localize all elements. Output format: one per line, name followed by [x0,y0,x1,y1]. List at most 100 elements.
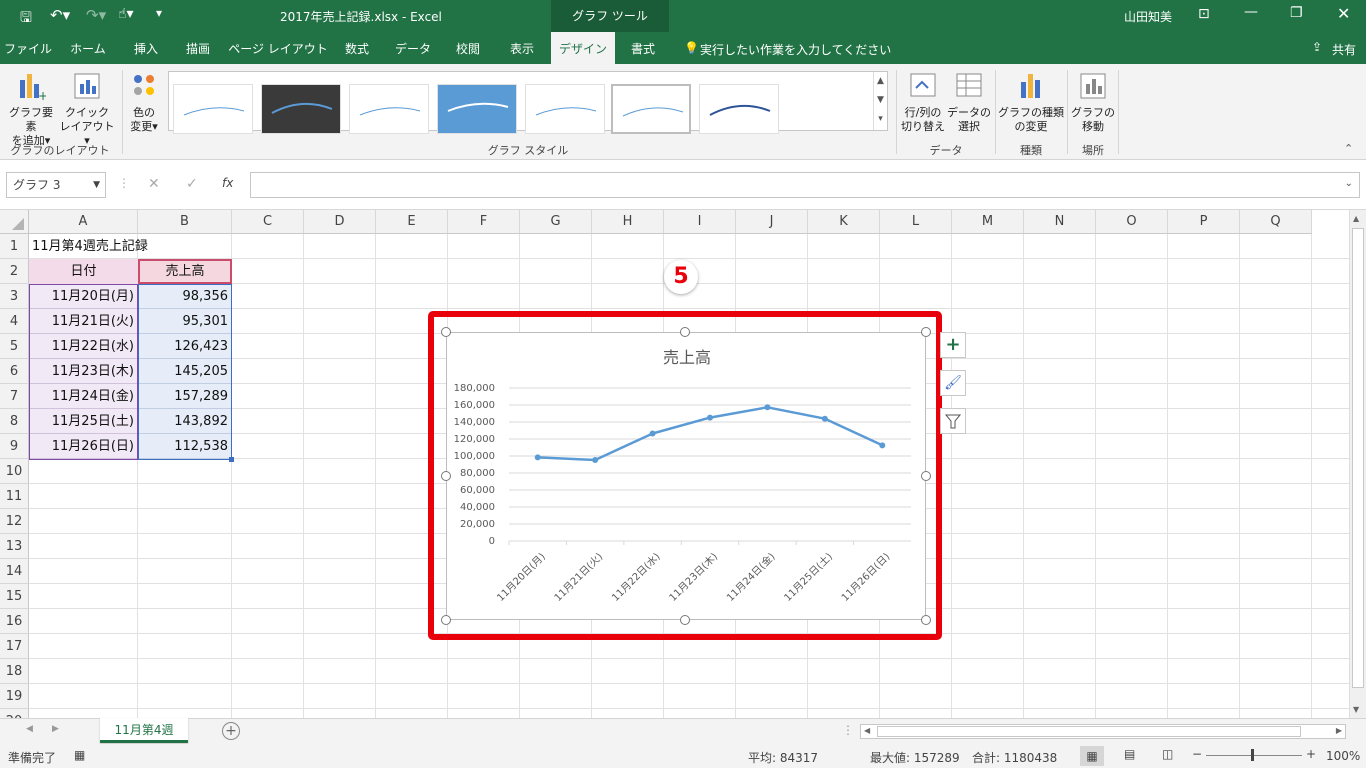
vertical-scrollbar[interactable]: ▲ ▼ [1349,210,1366,718]
add-sheet-button[interactable]: + [222,722,240,740]
change-colors-button[interactable]: 色の 変更▾ [124,70,164,134]
name-box[interactable]: グラフ 3 ▼ [6,172,106,198]
chart-elements-plus-icon[interactable]: + [940,332,966,358]
column-header[interactable]: H [592,210,664,234]
chart-style-7[interactable] [699,84,779,134]
row-header[interactable]: 7 [0,384,29,409]
tab-format[interactable]: 書式 [618,32,668,64]
customize-qat-icon[interactable]: ▾ [156,6,162,20]
gallery-scroll[interactable]: ▲ ▼ ▾ [873,72,887,130]
tell-me-box[interactable]: 実行したい作業を入力してください [700,41,891,58]
share-icon[interactable]: ⇪ [1312,40,1322,54]
resize-handle[interactable] [680,327,690,337]
column-header[interactable]: K [808,210,880,234]
header-date[interactable]: 日付 [29,259,138,284]
touch-mode-icon[interactable]: ☝▾ [118,6,134,22]
chart-styles-brush-icon[interactable]: 🖌 [940,370,966,396]
tab-review[interactable]: 校閲 [442,32,494,64]
column-header[interactable]: F [448,210,520,234]
column-header[interactable]: M [952,210,1024,234]
select-all-corner[interactable] [0,210,29,234]
minimize-icon[interactable]: — [1244,4,1258,20]
macro-record-icon[interactable]: ▦ [74,748,85,762]
collapse-ribbon-icon[interactable]: ⌃ [1344,142,1353,155]
title-cell[interactable]: 11月第4週売上記録 [29,234,229,259]
row-header[interactable]: 14 [0,559,29,584]
row-header[interactable]: 1 [0,234,29,259]
range-handle[interactable] [229,457,234,462]
resize-handle[interactable] [921,471,931,481]
horizontal-scrollbar[interactable]: ◀ ▶ [860,724,1346,739]
tab-draw[interactable]: 描画 [172,32,224,64]
formula-input[interactable]: ⌄ [250,172,1360,198]
page-break-view-icon[interactable]: ◫ [1162,747,1173,761]
row-header[interactable]: 18 [0,659,29,684]
zoom-level[interactable]: 100% [1326,749,1360,763]
column-header[interactable]: J [736,210,808,234]
header-sales[interactable]: 売上高 [138,259,232,284]
row-header[interactable]: 15 [0,584,29,609]
row-header[interactable]: 2 [0,259,29,284]
row-header[interactable]: 16 [0,609,29,634]
resize-handle[interactable] [441,615,451,625]
user-name[interactable]: 山田知美 [1124,8,1172,25]
select-data-button[interactable]: データの 選択 [946,70,992,134]
tab-file[interactable]: ファイル [0,32,56,64]
resize-handle[interactable] [921,615,931,625]
zoom-thumb[interactable] [1251,749,1254,761]
sheet-tab-active[interactable]: 11月第4週 [100,718,188,743]
save-icon[interactable]: 🖫 [20,7,32,31]
tab-home[interactable]: ホーム [60,32,116,64]
row-header[interactable]: 8 [0,409,29,434]
resize-handle[interactable] [441,471,451,481]
zoom-slider[interactable] [1206,755,1302,756]
chart-style-1[interactable] [173,84,253,134]
chart-area[interactable]: 売上高 0 20,000 40,000 60,000 80,000 100,000 120,… [446,332,926,620]
zoom-in-icon[interactable]: + [1306,747,1316,761]
worksheet-grid[interactable]: ABCDEFGHIJKLMNOPQ 1 2 3 4 5 6 7 8 9 10 11 12 13 14 15 1… [0,210,1366,718]
restore-icon[interactable]: ❐ [1290,5,1303,21]
resize-handle[interactable] [921,327,931,337]
column-header[interactable]: P [1168,210,1240,234]
tab-insert[interactable]: 挿入 [118,32,174,64]
tab-split-icon[interactable]: ⋮ [842,723,854,737]
column-header[interactable]: B [138,210,232,234]
chart-style-6-selected[interactable] [611,84,691,134]
column-header[interactable]: O [1096,210,1168,234]
close-icon[interactable]: ✕ [1337,4,1350,23]
resize-handle[interactable] [680,615,690,625]
column-header[interactable]: C [232,210,304,234]
undo-icon[interactable]: ↶▾ [50,6,70,24]
zoom-out-icon[interactable]: − [1192,747,1202,761]
row-header[interactable]: 20 [0,709,29,718]
switch-row-column-button[interactable]: 行/列の 切り替え [900,70,946,134]
chart-style-3[interactable] [349,84,429,134]
chart-style-4[interactable] [437,84,517,134]
row-header[interactable]: 3 [0,284,29,309]
tab-view[interactable]: 表示 [496,32,548,64]
redo-icon[interactable]: ↷▾ [86,6,106,24]
chart-style-2[interactable] [261,84,341,134]
tab-data[interactable]: データ [386,32,440,64]
row-header[interactable]: 19 [0,684,29,709]
next-sheet-icon[interactable]: ▶ [52,724,59,734]
tab-page-layout[interactable]: ページ レイアウト [228,32,328,64]
column-header[interactable]: E [376,210,448,234]
row-header[interactable]: 9 [0,434,29,459]
normal-view-icon[interactable]: ▦ [1080,746,1104,766]
quick-layout-button[interactable]: クイック レイアウト▾ [58,70,116,148]
change-chart-type-button[interactable]: グラフの種類 の変更 [998,70,1064,134]
column-header[interactable]: I [664,210,736,234]
column-header[interactable]: A [29,210,138,234]
tab-formulas[interactable]: 数式 [332,32,382,64]
page-layout-view-icon[interactable]: ▤ [1124,747,1135,761]
row-header[interactable]: 10 [0,459,29,484]
row-header[interactable]: 11 [0,484,29,509]
cancel-icon[interactable]: ✕ [148,176,160,192]
chart-style-5[interactable] [525,84,605,134]
column-header[interactable]: N [1024,210,1096,234]
row-header[interactable]: 5 [0,334,29,359]
row-header[interactable]: 6 [0,359,29,384]
column-header[interactable]: G [520,210,592,234]
column-header[interactable]: D [304,210,376,234]
